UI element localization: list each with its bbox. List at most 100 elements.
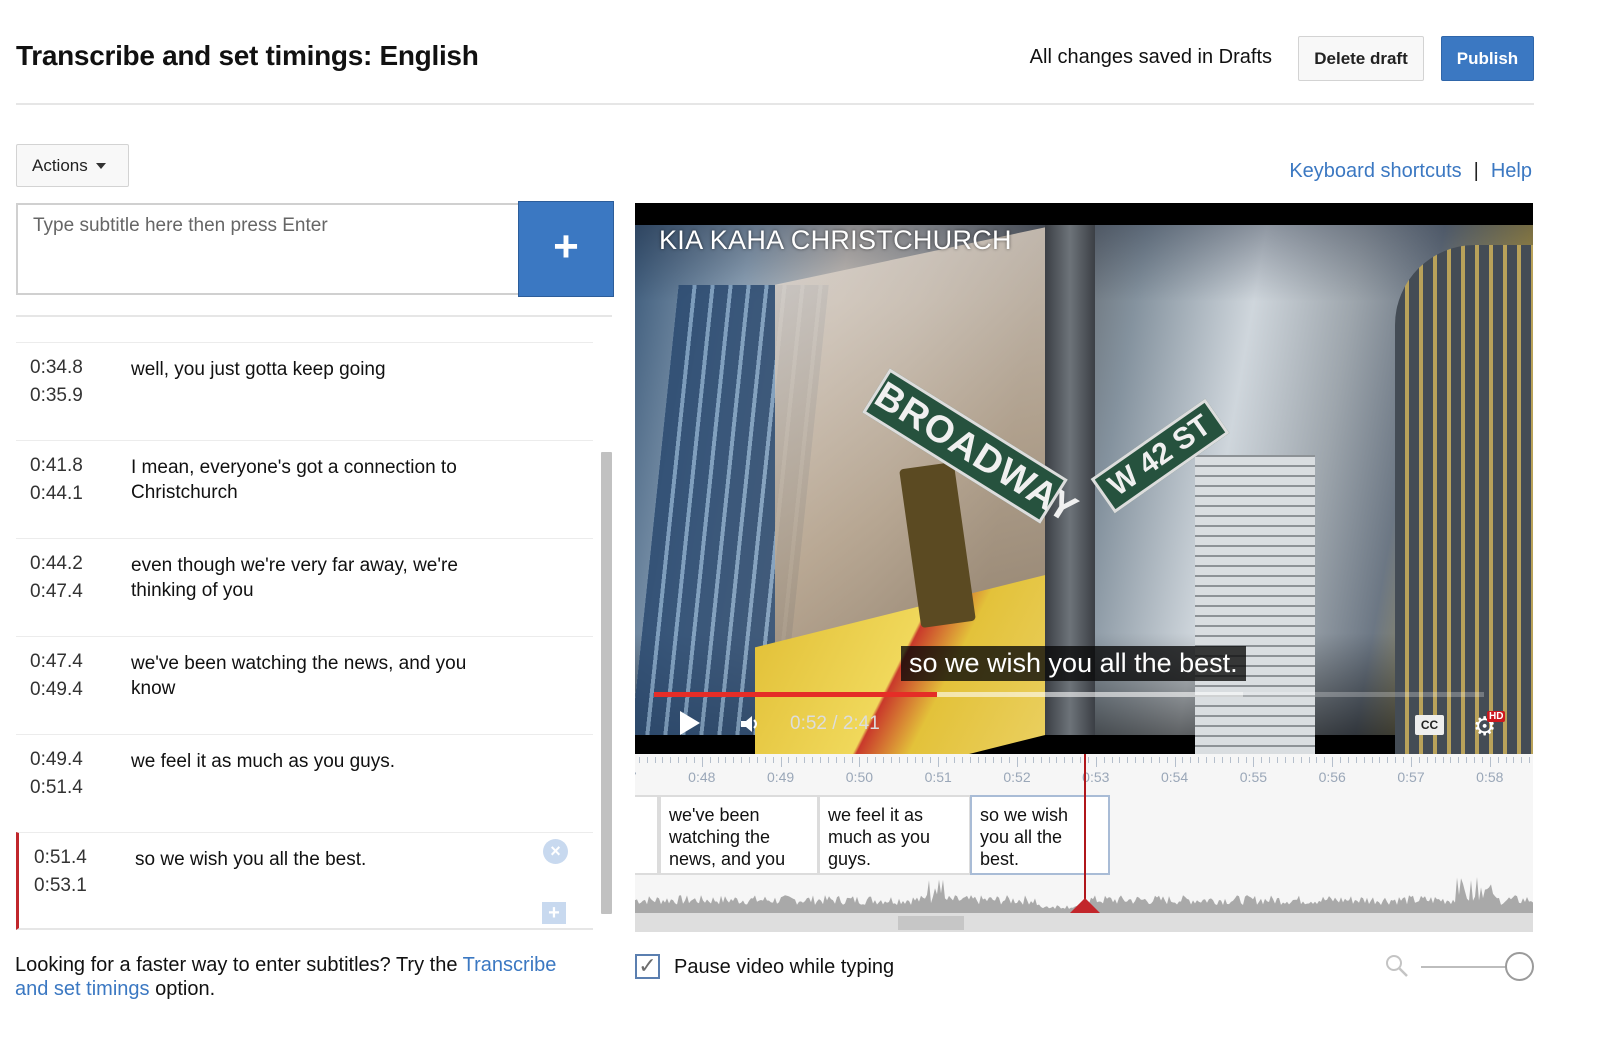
keyboard-shortcuts-link[interactable]: Keyboard shortcuts bbox=[1289, 160, 1461, 182]
caption-row[interactable]: 0:34.8 0:35.9 well, you just gotta keep … bbox=[16, 342, 593, 440]
timeline-tick bbox=[1095, 757, 1097, 767]
timeline-tick-label: 0:51 bbox=[924, 769, 952, 785]
timeline-tick bbox=[646, 757, 648, 763]
video-player[interactable]: BROADWAY W 42 ST KIA KAHA CHRISTCHURCH s… bbox=[635, 203, 1533, 754]
timeline-tick bbox=[1214, 757, 1215, 763]
video-title[interactable]: KIA KAHA CHRISTCHURCH bbox=[659, 225, 1012, 256]
closed-captions-icon[interactable]: CC bbox=[1415, 715, 1444, 735]
timeline-tick bbox=[1032, 757, 1034, 763]
remove-caption-icon[interactable]: × bbox=[543, 839, 568, 864]
caption-end-time[interactable]: 0:35.9 bbox=[30, 385, 83, 407]
caption-text[interactable]: even though we're very far away, we're t… bbox=[131, 553, 511, 603]
timeline-tick bbox=[796, 757, 798, 763]
play-icon[interactable] bbox=[680, 711, 700, 735]
timeline-segment[interactable]: we've been watching the news, and you kn… bbox=[659, 795, 819, 875]
timeline-tick bbox=[1481, 757, 1483, 763]
timeline-tick bbox=[1284, 757, 1286, 763]
caption-row[interactable]: 0:47.4 0:49.4 we've been watching the ne… bbox=[16, 636, 593, 734]
actions-label: Actions bbox=[32, 155, 88, 175]
caption-end-time[interactable]: 0:51.4 bbox=[30, 777, 83, 799]
timeline-editor[interactable]: 0:47 0:48 0:49 0:50 0:51 0:52 0:53 0:54 0:55 0:56… bbox=[635, 754, 1533, 932]
caption-end-time[interactable]: 0:49.4 bbox=[30, 679, 83, 701]
timeline-tick-label: 0:54 bbox=[1160, 769, 1189, 785]
timeline-tick bbox=[693, 757, 695, 763]
caption-list-scrollbar[interactable] bbox=[601, 452, 612, 914]
help-link[interactable]: Help bbox=[1491, 160, 1532, 182]
zoom-slider-track[interactable] bbox=[1421, 966, 1511, 968]
video-progress-bar[interactable] bbox=[654, 692, 1484, 697]
timeline-segment-active[interactable]: so we wish you all the best. bbox=[970, 795, 1110, 875]
playhead-marker-icon[interactable] bbox=[1070, 898, 1100, 913]
timeline-tick bbox=[1371, 757, 1373, 763]
timeline-tick-label: 0:47 bbox=[635, 769, 637, 785]
caption-row[interactable]: 0:41.8 0:44.1 I mean, everyone's got a c… bbox=[16, 440, 593, 538]
caption-text[interactable]: well, you just gotta keep going bbox=[131, 357, 511, 382]
timeline-tick bbox=[843, 757, 845, 763]
timeline-tick bbox=[820, 757, 821, 763]
pause-video-label[interactable]: Pause video while typing bbox=[674, 956, 894, 979]
timeline-tick bbox=[906, 757, 908, 763]
caption-start-time[interactable]: 0:47.4 bbox=[30, 651, 83, 673]
caption-start-time[interactable]: 0:51.4 bbox=[34, 847, 87, 869]
timeline-tick bbox=[1513, 757, 1515, 763]
timeline-tick bbox=[662, 757, 664, 763]
caption-end-time[interactable]: 0:47.4 bbox=[30, 581, 83, 603]
timeline-tick bbox=[1489, 757, 1491, 767]
timeline-tick bbox=[1379, 757, 1381, 763]
caption-row[interactable]: 0:49.4 0:51.4 we feel it as much as you … bbox=[16, 734, 593, 832]
caption-text[interactable]: so we wish you all the best. bbox=[135, 847, 515, 872]
timeline-tick bbox=[1111, 757, 1113, 763]
timeline-tick bbox=[1017, 757, 1018, 767]
insert-caption-icon[interactable]: + bbox=[542, 902, 566, 924]
caption-end-time[interactable]: 0:44.1 bbox=[30, 483, 83, 505]
publish-button[interactable]: Publish bbox=[1441, 36, 1534, 81]
timeline-scrollbar[interactable] bbox=[635, 913, 1533, 932]
timeline-segment[interactable]: u bbox=[635, 795, 659, 875]
caption-start-time[interactable]: 0:34.8 bbox=[30, 357, 83, 379]
timeline-tick bbox=[985, 757, 987, 763]
timeline-tick bbox=[1087, 757, 1089, 763]
timeline-tick bbox=[1316, 757, 1318, 763]
subtitle-input[interactable] bbox=[16, 203, 519, 295]
timeline-segment[interactable]: we feel it as much as you guys. bbox=[818, 795, 971, 875]
caption-text[interactable]: we feel it as much as you guys. bbox=[131, 749, 511, 774]
delete-draft-button[interactable]: Delete draft bbox=[1298, 36, 1424, 81]
timeline-tick bbox=[1340, 757, 1342, 763]
timeline-tick bbox=[1119, 757, 1121, 763]
page-title: Transcribe and set timings: English bbox=[16, 40, 479, 71]
caption-row-active[interactable]: 0:51.4 0:53.1 so we wish you all the bes… bbox=[16, 832, 593, 930]
volume-icon[interactable] bbox=[739, 713, 761, 735]
tip-prefix: Looking for a faster way to enter subtit… bbox=[15, 954, 463, 976]
timeline-tick bbox=[1324, 757, 1326, 763]
timeline-tick bbox=[812, 757, 814, 763]
timeline-tick bbox=[1009, 757, 1011, 763]
timeline-tick bbox=[764, 757, 766, 763]
page-header: Transcribe and set timings: English All … bbox=[16, 0, 1534, 105]
timeline-tick bbox=[1308, 757, 1310, 763]
caption-start-time[interactable]: 0:44.2 bbox=[30, 553, 83, 575]
caption-end-time[interactable]: 0:53.1 bbox=[34, 875, 87, 897]
timeline-tick bbox=[780, 757, 782, 767]
caption-row[interactable]: 0:44.2 0:47.4 even though we're very far… bbox=[16, 538, 593, 636]
video-controls: 0:52 / 2:41 CC ⚙ HD bbox=[635, 703, 1533, 739]
caption-text[interactable]: we've been watching the news, and you kn… bbox=[131, 651, 511, 701]
timeline-tick bbox=[1158, 757, 1160, 763]
caption-text[interactable]: I mean, everyone's got a connection to C… bbox=[131, 455, 511, 505]
add-subtitle-button[interactable]: + bbox=[518, 201, 614, 297]
timeline-tick bbox=[670, 757, 672, 763]
timeline-tick bbox=[1166, 757, 1168, 763]
timeline-tick bbox=[1064, 757, 1066, 763]
timeline-tick bbox=[1403, 757, 1405, 763]
timeline-tick bbox=[1505, 757, 1507, 763]
caption-start-time[interactable]: 0:49.4 bbox=[30, 749, 83, 771]
timeline-tick bbox=[1174, 757, 1176, 767]
timeline-tick bbox=[875, 757, 877, 763]
zoom-slider-handle[interactable] bbox=[1505, 952, 1534, 981]
pause-video-checkbox[interactable]: ✓ bbox=[635, 954, 660, 979]
actions-dropdown[interactable]: Actions bbox=[16, 144, 129, 187]
caption-start-time[interactable]: 0:41.8 bbox=[30, 455, 83, 477]
timeline-scroll-thumb[interactable] bbox=[898, 916, 964, 930]
playhead-line[interactable] bbox=[1084, 754, 1086, 912]
timeline-tick bbox=[953, 757, 955, 763]
timeline-tick bbox=[946, 757, 948, 763]
